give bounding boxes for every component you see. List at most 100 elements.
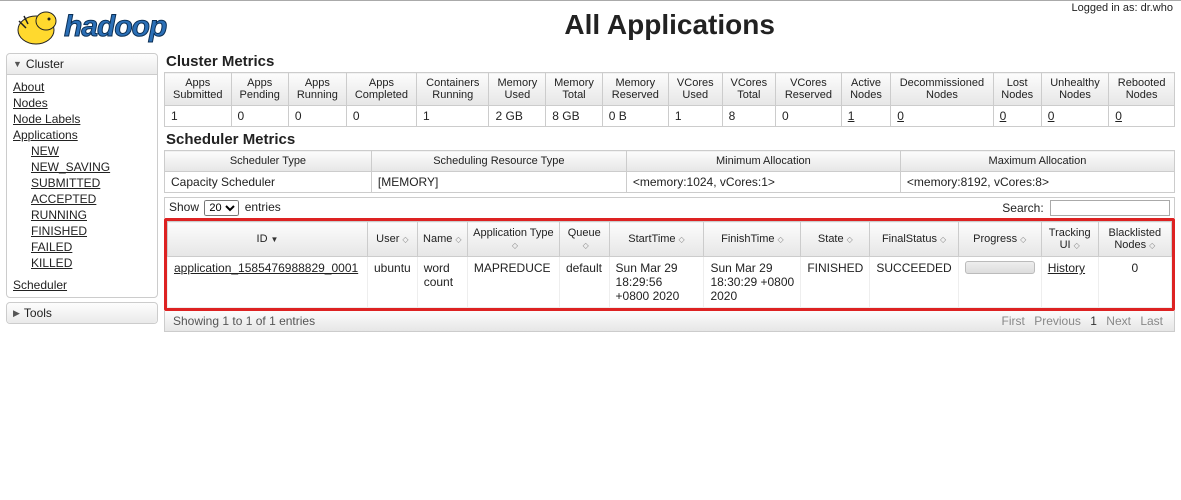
sidebar-link-nodes[interactable]: Nodes	[13, 95, 151, 111]
th-tracking-ui[interactable]: Tracking UI◇	[1041, 222, 1098, 257]
sidebar-link-node-labels[interactable]: Node Labels	[13, 111, 151, 127]
sidebar-link-state-new[interactable]: NEW	[31, 143, 151, 159]
sidebar-link-scheduler[interactable]: Scheduler	[13, 277, 151, 293]
pagination: First Previous 1 Next Last	[999, 314, 1166, 328]
td-min-allocation: <memory:1024, vCores:1>	[626, 172, 900, 193]
cell-final: SUCCEEDED	[870, 257, 958, 308]
th-scheduling-resource-type: Scheduling Resource Type	[371, 151, 626, 172]
cell-start: Sun Mar 29 18:29:56 +0800 2020	[609, 257, 704, 308]
pager-prev[interactable]: Previous	[1034, 314, 1081, 328]
sidebar-link-state-new-saving[interactable]: NEW_SAVING	[31, 159, 151, 175]
sidebar-cluster-title: Cluster	[26, 57, 64, 71]
app-id-link[interactable]: application_1585476988829_0001	[174, 261, 358, 275]
th-vcores-used: VCores Used	[668, 73, 722, 106]
td-lost-nodes[interactable]: 0	[993, 106, 1041, 127]
caret-right-icon: ▶	[13, 308, 20, 319]
th-name[interactable]: Name◇	[417, 222, 467, 257]
th-queue[interactable]: Queue◇	[559, 222, 609, 257]
scheduler-metrics-table: Scheduler Type Scheduling Resource Type …	[164, 150, 1175, 193]
th-progress[interactable]: Progress◇	[958, 222, 1041, 257]
td-unhealthy-nodes[interactable]: 0	[1041, 106, 1109, 127]
td-active-nodes[interactable]: 1	[841, 106, 890, 127]
th-memory-total: Memory Total	[546, 73, 602, 106]
cell-state: FINISHED	[801, 257, 870, 308]
search-input[interactable]	[1050, 200, 1170, 216]
td-max-allocation: <memory:8192, vCores:8>	[900, 172, 1174, 193]
table-row: application_1585476988829_0001 ubuntu wo…	[168, 257, 1172, 308]
pager-current[interactable]: 1	[1090, 314, 1097, 328]
th-state[interactable]: State◇	[801, 222, 870, 257]
th-vcores-total: VCores Total	[722, 73, 775, 106]
th-memory-used: Memory Used	[489, 73, 546, 106]
cell-queue: default	[559, 257, 609, 308]
th-active-nodes: Active Nodes	[841, 73, 890, 106]
td-scheduling-resource-type: [MEMORY]	[371, 172, 626, 193]
th-blacklisted[interactable]: Blacklisted Nodes◇	[1098, 222, 1171, 257]
pager-next[interactable]: Next	[1106, 314, 1131, 328]
sidebar-link-about[interactable]: About	[13, 79, 151, 95]
td-scheduler-type: Capacity Scheduler	[165, 172, 372, 193]
td-decommissioned-nodes[interactable]: 0	[891, 106, 993, 127]
td-containers-running: 1	[417, 106, 489, 127]
sidebar-link-state-killed[interactable]: KILLED	[31, 255, 151, 271]
search-label: Search:	[1002, 201, 1043, 215]
th-unhealthy-nodes: Unhealthy Nodes	[1041, 73, 1109, 106]
sidebar-link-state-finished[interactable]: FINISHED	[31, 223, 151, 239]
entries-control: Show 20 entries	[169, 200, 281, 216]
th-app-type[interactable]: Application Type◇	[467, 222, 559, 257]
sidebar-link-applications[interactable]: Applications	[13, 127, 151, 143]
cluster-metrics-title: Cluster Metrics	[166, 53, 1175, 70]
sidebar-link-state-failed[interactable]: FAILED	[31, 239, 151, 255]
entries-select[interactable]: 20	[204, 200, 239, 216]
applications-table: ID▼ User◇ Name◇ Application Type◇ Queue◇…	[167, 221, 1172, 308]
th-scheduler-type: Scheduler Type	[165, 151, 372, 172]
td-vcores-used: 1	[668, 106, 722, 127]
td-vcores-reserved: 0	[776, 106, 842, 127]
page-title: All Applications	[166, 9, 1173, 41]
entries-label: entries	[245, 200, 281, 214]
th-containers-running: Containers Running	[417, 73, 489, 106]
th-max-allocation: Maximum Allocation	[900, 151, 1174, 172]
td-memory-reserved: 0 B	[602, 106, 668, 127]
th-final-status[interactable]: FinalStatus◇	[870, 222, 958, 257]
table-info: Showing 1 to 1 of 1 entries	[173, 314, 315, 328]
pager-first[interactable]: First	[1002, 314, 1025, 328]
hadoop-logo: hadoop	[8, 2, 166, 52]
cell-blacklisted: 0	[1098, 257, 1171, 308]
th-decommissioned-nodes: Decommissioned Nodes	[891, 73, 993, 106]
th-rebooted-nodes: Rebooted Nodes	[1109, 73, 1175, 106]
sidebar-link-state-running[interactable]: RUNNING	[31, 207, 151, 223]
sidebar-section-tools[interactable]: ▶ Tools	[7, 303, 157, 323]
td-memory-total: 8 GB	[546, 106, 602, 127]
sidebar-link-state-accepted[interactable]: ACCEPTED	[31, 191, 151, 207]
th-apps-submitted: Apps Submitted	[165, 73, 232, 106]
sidebar-link-state-submitted[interactable]: SUBMITTED	[31, 175, 151, 191]
td-apps-completed: 0	[346, 106, 416, 127]
th-finish-time[interactable]: FinishTime◇	[704, 222, 801, 257]
th-apps-running: Apps Running	[288, 73, 346, 106]
cell-progress	[958, 257, 1041, 308]
sidebar-section-cluster[interactable]: ▼ Cluster	[7, 54, 157, 75]
th-apps-pending: Apps Pending	[231, 73, 288, 106]
login-info: Logged in as: dr.who	[1071, 2, 1173, 14]
sidebar: ▼ Cluster About Nodes Node Labels Applic…	[6, 53, 158, 332]
td-rebooted-nodes[interactable]: 0	[1109, 106, 1175, 127]
cell-user: ubuntu	[368, 257, 418, 308]
show-label: Show	[169, 200, 199, 214]
th-lost-nodes: Lost Nodes	[993, 73, 1041, 106]
th-start-time[interactable]: StartTime◇	[609, 222, 704, 257]
hadoop-logo-text: hadoop	[64, 10, 166, 44]
sidebar-tools-title: Tools	[24, 306, 52, 320]
cluster-metrics-table: Apps Submitted Apps Pending Apps Running…	[164, 72, 1175, 127]
td-apps-pending: 0	[231, 106, 288, 127]
caret-down-icon: ▼	[13, 59, 22, 69]
th-user[interactable]: User◇	[368, 222, 418, 257]
cell-app-type: MAPREDUCE	[467, 257, 559, 308]
tracking-ui-link[interactable]: History	[1048, 261, 1085, 275]
th-id[interactable]: ID▼	[168, 222, 368, 257]
cell-finish: Sun Mar 29 18:30:29 +0800 2020	[704, 257, 801, 308]
td-memory-used: 2 GB	[489, 106, 546, 127]
td-apps-submitted: 1	[165, 106, 232, 127]
pager-last[interactable]: Last	[1140, 314, 1163, 328]
applications-table-highlight: ID▼ User◇ Name◇ Application Type◇ Queue◇…	[164, 218, 1175, 311]
